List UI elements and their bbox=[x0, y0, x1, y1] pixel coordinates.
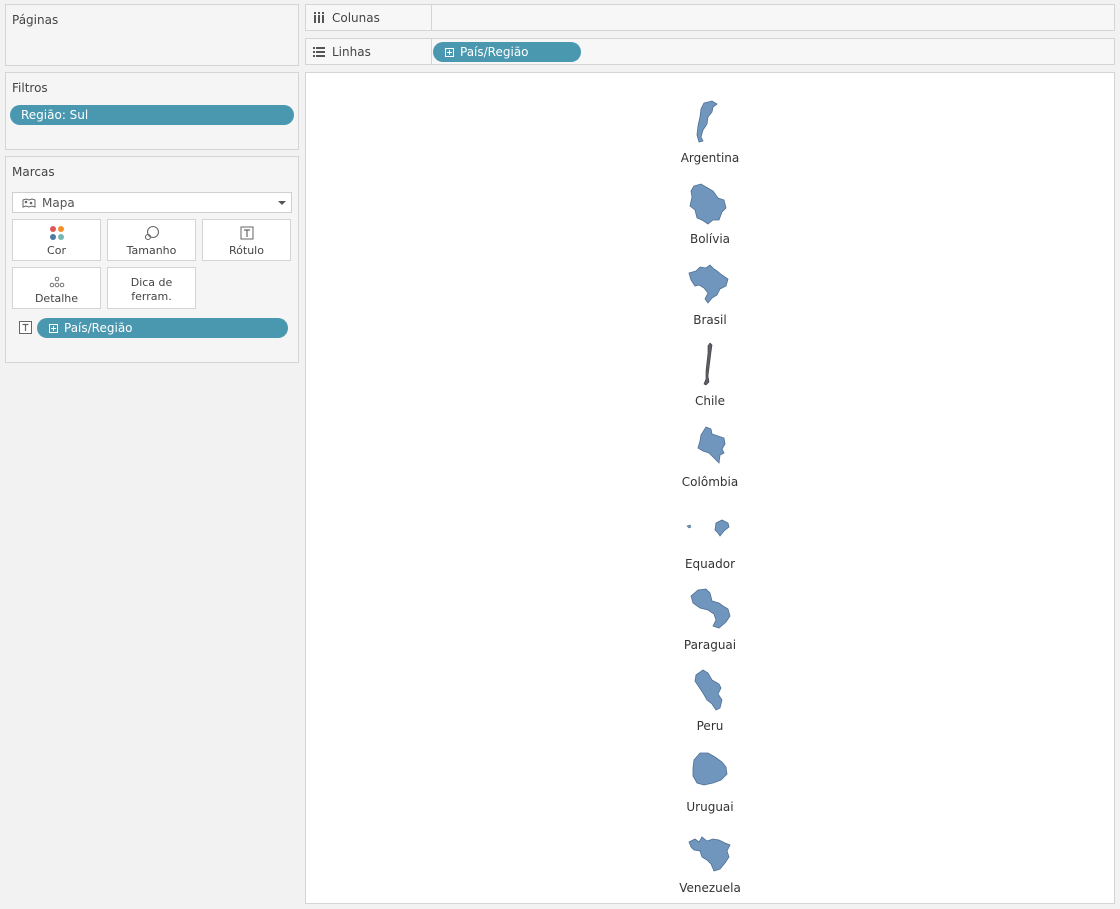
country-label: Chile bbox=[694, 394, 726, 408]
country-row-bolivia[interactable]: Bolívia bbox=[306, 180, 1114, 260]
detail-button[interactable]: Detalhe bbox=[12, 267, 101, 309]
filter-pill-region[interactable]: Região: Sul bbox=[10, 105, 294, 125]
filters-panel: Filtros Região: Sul bbox=[5, 72, 299, 150]
map-view[interactable]: Argentina Bolívia Brasil Chile Colômbia … bbox=[305, 72, 1115, 904]
rows-icon bbox=[313, 46, 325, 57]
filters-panel-title: Filtros bbox=[12, 81, 48, 95]
size-icon bbox=[144, 225, 160, 241]
country-row-chile[interactable]: Chile bbox=[306, 342, 1114, 422]
columns-label-text: Colunas bbox=[332, 10, 380, 25]
size-button[interactable]: Tamanho bbox=[107, 219, 196, 261]
marks-field-pill-country[interactable]: País/Região bbox=[37, 318, 288, 338]
country-shape-ecuador[interactable] bbox=[686, 505, 734, 551]
columns-shelf-label: Colunas bbox=[306, 5, 432, 30]
country-row-uruguay[interactable]: Uruguai bbox=[306, 748, 1114, 828]
tooltip-button[interactable]: Dica de ferram. bbox=[107, 267, 196, 309]
country-shape-paraguay[interactable] bbox=[686, 586, 734, 632]
country-row-argentina[interactable]: Argentina bbox=[306, 99, 1114, 179]
text-label-icon bbox=[240, 226, 254, 240]
country-row-paraguay[interactable]: Paraguai bbox=[306, 586, 1114, 666]
country-row-brazil[interactable]: Brasil bbox=[306, 261, 1114, 341]
rows-shelf-label: Linhas bbox=[306, 39, 432, 64]
country-label: Equador bbox=[684, 557, 736, 571]
country-shape-brazil[interactable] bbox=[686, 261, 734, 307]
map-icon bbox=[22, 197, 36, 208]
pages-panel[interactable]: Páginas bbox=[5, 4, 299, 66]
size-button-label: Tamanho bbox=[126, 244, 177, 257]
country-row-venezuela[interactable]: Venezuela bbox=[306, 829, 1114, 909]
country-label: Venezuela bbox=[679, 881, 741, 895]
country-label: Paraguai bbox=[683, 638, 737, 652]
country-shape-colombia[interactable] bbox=[686, 423, 734, 469]
expand-plus-icon bbox=[445, 47, 454, 57]
tooltip-button-label-1: Dica de bbox=[130, 276, 173, 289]
label-button-label: Rótulo bbox=[229, 244, 264, 257]
country-label: Uruguai bbox=[686, 800, 734, 814]
expand-plus-icon bbox=[49, 323, 58, 333]
country-shape-uruguay[interactable] bbox=[686, 748, 734, 794]
country-shape-bolivia[interactable] bbox=[686, 180, 734, 226]
columns-shelf[interactable]: Colunas bbox=[305, 4, 1115, 31]
country-shape-venezuela[interactable] bbox=[686, 829, 734, 875]
pages-panel-title: Páginas bbox=[12, 13, 59, 27]
mark-type-value: Mapa bbox=[42, 195, 75, 210]
detail-icon bbox=[49, 276, 65, 288]
country-label: Peru bbox=[696, 719, 724, 733]
columns-icon bbox=[314, 11, 324, 23]
text-field-icon bbox=[19, 321, 32, 334]
rows-shelf[interactable]: Linhas País/Região bbox=[305, 38, 1115, 65]
rows-pill-country[interactable]: País/Região bbox=[433, 42, 581, 62]
rows-pill-label: País/Região bbox=[460, 45, 529, 59]
chevron-down-icon bbox=[278, 201, 286, 205]
color-icon bbox=[50, 226, 64, 240]
country-row-ecuador[interactable]: Equador bbox=[306, 505, 1114, 585]
tooltip-button-label-2: ferram. bbox=[131, 290, 172, 303]
country-label: Argentina bbox=[680, 151, 740, 165]
marks-field-pill-label: País/Região bbox=[64, 321, 133, 335]
rows-label-text: Linhas bbox=[332, 44, 371, 59]
country-label: Brasil bbox=[693, 313, 727, 327]
filter-pill-label: Região: Sul bbox=[21, 108, 89, 122]
country-shape-chile[interactable] bbox=[686, 342, 734, 388]
country-shape-argentina[interactable] bbox=[686, 99, 734, 145]
country-row-colombia[interactable]: Colômbia bbox=[306, 423, 1114, 503]
country-label: Bolívia bbox=[689, 232, 731, 246]
color-button-label: Cor bbox=[47, 244, 66, 257]
country-shape-peru[interactable] bbox=[686, 667, 734, 713]
country-row-peru[interactable]: Peru bbox=[306, 667, 1114, 747]
mark-type-dropdown[interactable]: Mapa bbox=[12, 192, 292, 213]
label-button[interactable]: Rótulo bbox=[202, 219, 291, 261]
color-button[interactable]: Cor bbox=[12, 219, 101, 261]
marks-panel-title: Marcas bbox=[12, 165, 55, 179]
country-label: Colômbia bbox=[681, 475, 739, 489]
detail-button-label: Detalhe bbox=[34, 292, 79, 305]
